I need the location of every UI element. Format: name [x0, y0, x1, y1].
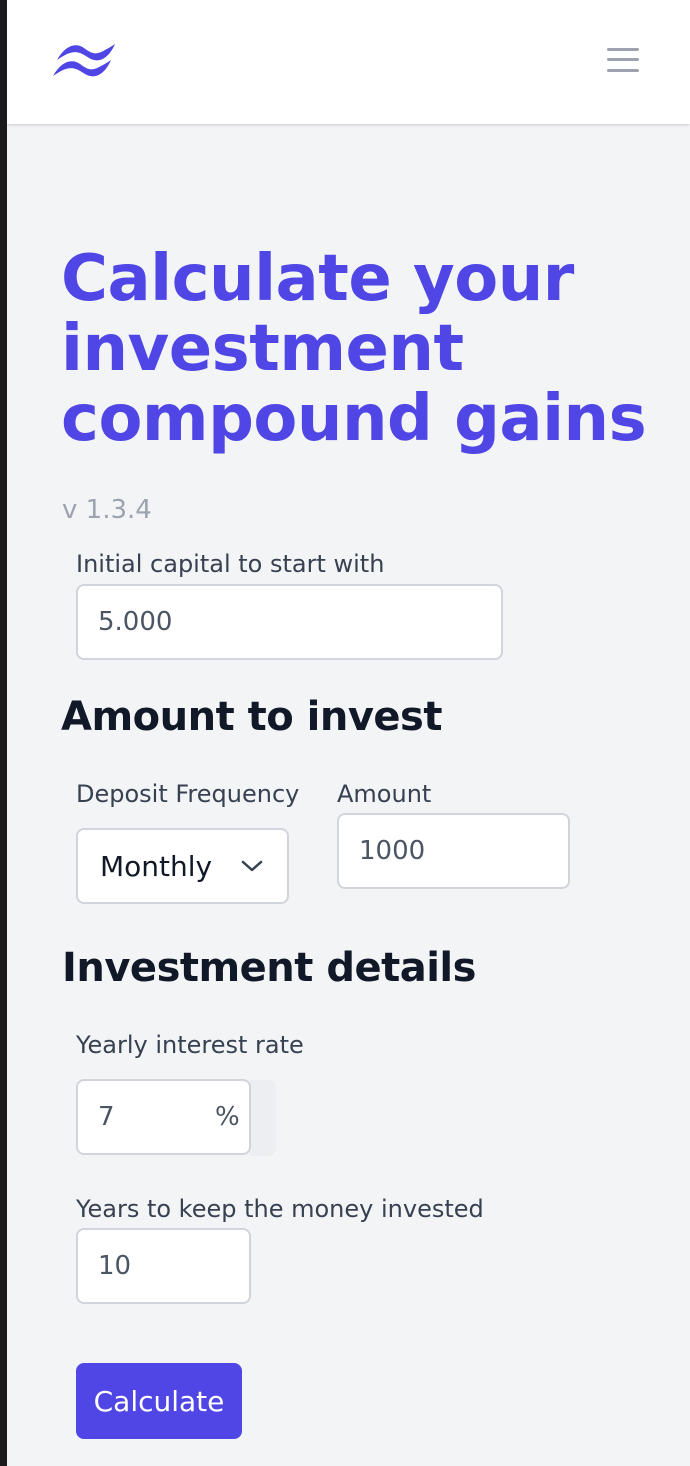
deposit-frequency-select[interactable]: Monthly: [76, 828, 289, 904]
navbar: [7, 0, 690, 124]
amount-label: Amount: [337, 780, 432, 808]
page-title: Calculate your investment compound gains: [61, 242, 647, 456]
deposit-frequency-label: Deposit Frequency: [76, 780, 300, 808]
interest-rate-addon: [250, 1080, 276, 1156]
years-invested-input[interactable]: [76, 1228, 251, 1304]
tailwind-waves-icon[interactable]: [51, 38, 117, 82]
deposit-frequency-value: Monthly: [100, 850, 213, 883]
yearly-interest-rate-label: Yearly interest rate: [76, 1031, 304, 1059]
initial-capital-input[interactable]: [76, 584, 503, 660]
initial-capital-label: Initial capital to start with: [76, 550, 385, 578]
version-label: v 1.3.4: [62, 495, 152, 525]
chevron-down-icon: [241, 860, 263, 872]
app-container: Calculate your investment compound gains…: [7, 0, 690, 1466]
investment-details-heading: Investment details: [62, 945, 476, 991]
years-invested-label: Years to keep the money invested: [76, 1195, 484, 1223]
calculate-button[interactable]: Calculate: [76, 1363, 242, 1439]
amount-to-invest-heading: Amount to invest: [61, 694, 442, 740]
percent-suffix: %: [215, 1102, 240, 1132]
hamburger-menu-icon[interactable]: [601, 42, 645, 78]
amount-input[interactable]: [337, 813, 570, 889]
